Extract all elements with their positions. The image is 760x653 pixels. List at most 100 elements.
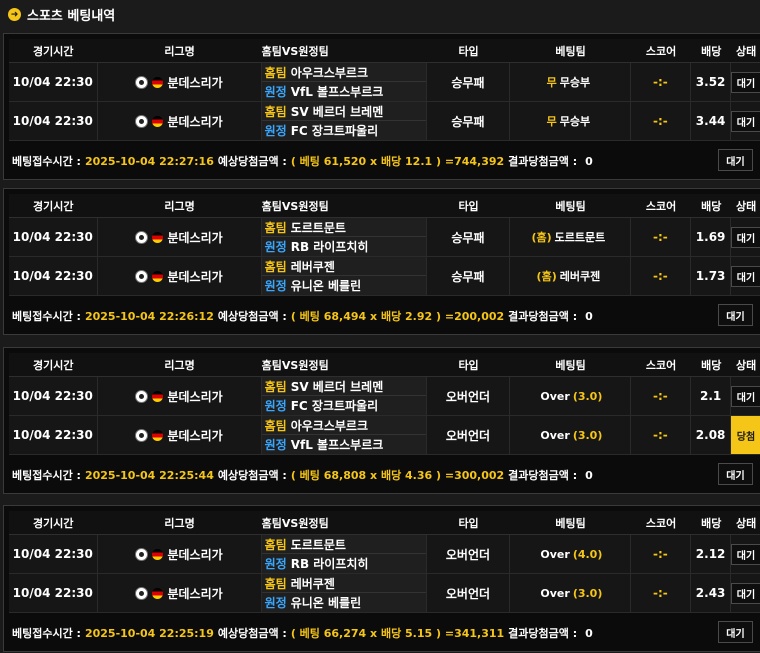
bet-time-label: 베팅접수시간 :: [12, 155, 81, 168]
bet-type: 오버언더: [427, 574, 511, 612]
header-status: 상태: [735, 516, 757, 530]
away-team: 원정 유니온 베를린: [261, 592, 426, 611]
result-value: 0: [585, 154, 593, 168]
germany-flag-icon: [152, 231, 164, 243]
status-cell: 대기: [731, 377, 760, 415]
table-header: 경기시간 리그명 홈팀VS원정팀 타입 베팅팀 스코어 배당 상태: [9, 194, 760, 218]
game-rows: 10/04 22:30 분데스리가 홈팀 SV 베르더 브레멘 원정 FC 장크…: [9, 377, 760, 455]
away-tag: 원정: [264, 84, 287, 99]
teams-cell: 홈팀 아우크스부르크 원정 VfL 볼프스부르크: [261, 416, 427, 454]
status-badge[interactable]: 대기: [731, 226, 760, 248]
result-label: 결과당첨금액 :: [508, 469, 578, 482]
score: -:-: [631, 218, 692, 256]
status-cell: 대기: [731, 102, 760, 140]
status-badge[interactable]: 대기: [731, 110, 760, 132]
bet-time-label: 베팅접수시간 :: [12, 627, 81, 640]
odds: 1.73: [691, 257, 731, 295]
score: -:-: [631, 377, 692, 415]
away-team: 원정 유니온 베를린: [261, 275, 426, 294]
bet-type: 오버언더: [427, 377, 511, 415]
status-badge[interactable]: 대기: [731, 582, 760, 604]
status-cell: 당첨: [731, 416, 760, 454]
bet-time-value: 2025-10-04 22:25:19: [84, 626, 214, 640]
bet-pick: Over (4.0): [510, 535, 631, 573]
slip-summary: 베팅접수시간 : 2025-10-04 22:27:16 예상당첨금액 : ( …: [9, 141, 760, 181]
home-team-name: 아우크스부르크: [290, 65, 368, 80]
table-row: 10/04 22:30 분데스리가 홈팀 레버쿠젠 원정 유니온 베를린 승무패…: [9, 257, 760, 296]
away-team-name: RB 라이프치히: [290, 239, 369, 254]
result-label: 결과당첨금액 :: [508, 310, 578, 323]
bet-slip: 경기시간 리그명 홈팀VS원정팀 타입 베팅팀 스코어 배당 상태 10/04 …: [3, 188, 760, 335]
header-status: 상태: [735, 199, 757, 213]
slip-status-button[interactable]: 대기: [718, 463, 753, 485]
expected-value: ( 베팅 68,494 x 배당 2.92 ) =200,002: [290, 310, 505, 323]
home-tag: 홈팀: [264, 379, 287, 394]
away-team-name: RB 라이프치히: [290, 556, 369, 571]
table-row: 10/04 22:30 분데스리가 홈팀 도르트문트 원정 RB 라이프치히 승…: [9, 218, 760, 257]
odds: 3.52: [691, 63, 731, 101]
odds: 1.69: [691, 218, 731, 256]
header-time: 경기시간: [33, 44, 74, 58]
bet-pick: Over (3.0): [510, 377, 631, 415]
home-team: 홈팀 도르트문트: [262, 218, 426, 236]
status-badge[interactable]: 당첨: [731, 416, 760, 454]
status-badge[interactable]: 대기: [731, 71, 760, 93]
away-team-name: FC 장크트파울리: [290, 123, 379, 138]
league-cell: 분데스리가: [98, 377, 262, 415]
table-header: 경기시간 리그명 홈팀VS원정팀 타입 베팅팀 스코어 배당 상태: [9, 353, 760, 377]
status-badge[interactable]: 대기: [731, 265, 760, 287]
expected-label: 예상당첨금액 :: [217, 310, 287, 323]
header-type: 타입: [458, 44, 479, 58]
header-type: 타입: [458, 358, 479, 372]
score: -:-: [631, 535, 692, 573]
pick-text: 무승부: [559, 115, 591, 128]
status-cell: 대기: [731, 218, 760, 256]
home-team: 홈팀 아우크스부르크: [262, 63, 426, 81]
home-tag: 홈팀: [264, 576, 287, 591]
result-value: 0: [585, 626, 593, 640]
home-tag: 홈팀: [264, 259, 287, 274]
header-type: 타입: [458, 199, 479, 213]
league-name: 분데스리가: [167, 230, 223, 245]
bet-type: 오버언더: [427, 416, 511, 454]
home-team-name: 아우크스부르크: [290, 418, 368, 433]
soccer-ball-icon: [135, 428, 149, 442]
bet-pick: 무 무승부: [510, 102, 631, 140]
table-row: 10/04 22:30 분데스리가 홈팀 SV 베르더 브레멘 원정 FC 장크…: [9, 377, 760, 416]
germany-flag-icon: [152, 429, 164, 441]
league-cell: 분데스리가: [98, 535, 262, 573]
bet-type: 승무패: [427, 63, 511, 101]
bet-pick: (홈) 레버쿠젠: [510, 257, 631, 295]
pick-prefix: 무: [546, 76, 557, 89]
slip-status-button[interactable]: 대기: [718, 621, 753, 643]
away-team-name: VfL 볼프스부르크: [290, 437, 384, 452]
slip-status-button[interactable]: 대기: [718, 149, 753, 171]
status-cell: 대기: [731, 574, 760, 612]
germany-flag-icon: [152, 587, 164, 599]
away-team: 원정 FC 장크트파울리: [261, 120, 426, 139]
league-name: 분데스리가: [167, 75, 223, 90]
away-tag: 원정: [264, 595, 287, 610]
game-time: 10/04 22:30: [9, 535, 98, 573]
away-team-name: FC 장크트파울리: [290, 398, 379, 413]
header-teams: 홈팀VS원정팀: [261, 358, 329, 372]
header-status: 상태: [735, 44, 757, 58]
home-team-name: 레버쿠젠: [290, 576, 335, 591]
odds: 2.43: [691, 574, 731, 612]
slip-summary: 베팅접수시간 : 2025-10-04 22:25:44 예상당첨금액 : ( …: [9, 455, 760, 495]
expected-label: 예상당첨금액 :: [217, 627, 287, 640]
header-odds: 배당: [701, 44, 722, 58]
status-badge[interactable]: 대기: [731, 543, 760, 565]
bet-time-value: 2025-10-04 22:26:12: [84, 309, 214, 323]
slip-status-button[interactable]: 대기: [718, 304, 753, 326]
table-header: 경기시간 리그명 홈팀VS원정팀 타입 베팅팀 스코어 배당 상태: [9, 511, 760, 535]
result-label: 결과당첨금액 :: [508, 155, 578, 168]
bet-pick: 무 무승부: [510, 63, 631, 101]
status-badge[interactable]: 대기: [731, 385, 760, 407]
league-name: 분데스리가: [167, 114, 223, 129]
pick-suffix: (3.0): [572, 428, 603, 442]
home-team-name: 도르트문트: [290, 220, 346, 235]
header-odds: 배당: [701, 199, 722, 213]
table-row: 10/04 22:30 분데스리가 홈팀 SV 베르더 브레멘 원정 FC 장크…: [9, 102, 760, 141]
bet-type: 승무패: [427, 257, 511, 295]
